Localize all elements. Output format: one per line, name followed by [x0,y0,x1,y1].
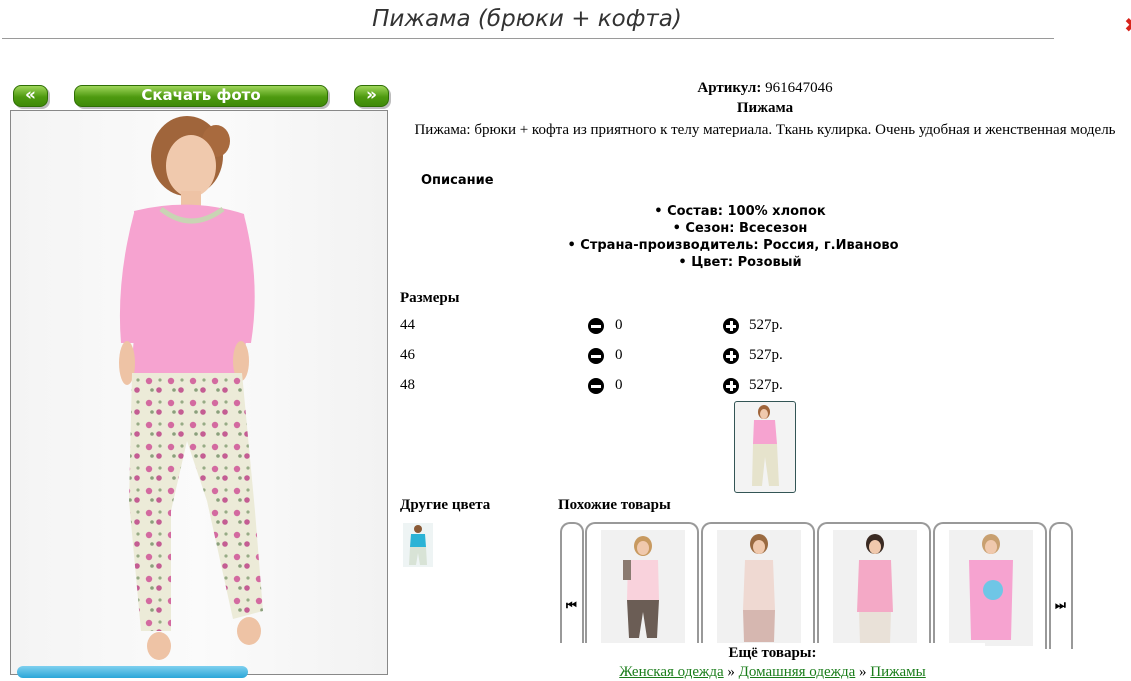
article-label: Артикул: [697,80,762,96]
breadcrumb-link[interactable]: Пижамы [870,664,925,680]
product-image [969,534,1013,640]
size-row: 48 0 527р. [400,377,900,397]
product-image [623,536,659,638]
minus-icon[interactable] [588,378,604,394]
quantity-value: 0 [615,347,623,363]
similar-product-card[interactable] [585,522,699,649]
next-photo-button[interactable]: » [354,85,389,107]
sizes-heading: Размеры [400,290,460,306]
model-pajama-image [119,116,263,660]
similar-product-card[interactable] [817,522,931,649]
breadcrumb-link[interactable]: Женская одежда [619,664,723,680]
price-value: 527р. [749,347,783,363]
quantity-value: 0 [615,317,623,333]
main-product-photo[interactable] [10,110,388,675]
product-description: Пижама: брюки + кофта из приятного к тел… [414,122,1116,138]
feature-item: • Страна-производитель: Россия, г.Иванов… [567,238,899,253]
breadcrumb: Женская одежда » Домашняя одежда » Пижам… [619,664,926,680]
title-divider [2,38,1054,39]
price-value: 527р. [749,377,783,393]
plus-icon[interactable] [723,318,739,334]
other-colors-heading: Другие цвета [400,497,491,513]
prev-photo-button[interactable]: « [13,85,48,107]
page-title: Пижама (брюки + кофта) [372,6,682,32]
similar-products-heading: Похожие товары [558,497,671,513]
close-icon[interactable]: ✖ [1124,14,1131,36]
plus-icon[interactable] [723,348,739,364]
product-image [743,534,775,642]
more-products-heading: Ещё товары: [560,643,985,662]
feature-item: • Сезон: Всесезон [672,221,808,236]
size-label: 48 [400,377,415,393]
article-line: Артикул: 961647046 [400,80,1130,97]
similar-product-card[interactable] [933,522,1047,649]
download-photo-button[interactable]: Скачать фото [74,85,328,107]
size-label: 44 [400,317,415,333]
skip-next-icon: ⏭ [1055,598,1066,612]
product-image [857,534,893,644]
plus-icon[interactable] [723,378,739,394]
other-color-image [409,525,427,565]
article-value: 961647046 [765,80,833,96]
breadcrumb-link[interactable]: Домашняя одежда [739,664,856,680]
description-heading: Описание [421,173,494,188]
similar-product-card[interactable] [701,522,815,649]
other-color-thumbnail[interactable] [403,523,433,567]
size-row: 46 0 527р. [400,347,900,367]
photo-scroll-bar[interactable] [17,666,248,678]
minus-icon[interactable] [588,348,604,364]
feature-item: • Цвет: Розовый [678,255,802,270]
price-value: 527р. [749,317,783,333]
carousel-next-button[interactable]: ⏭ [1049,522,1073,649]
thumbnail-image [752,405,779,486]
quantity-value: 0 [615,377,623,393]
skip-previous-icon: ⏮ [566,598,577,612]
feature-item: • Состав: 100% хлопок [654,204,826,219]
carousel-prev-button[interactable]: ⏮ [560,522,584,649]
minus-icon[interactable] [588,318,604,334]
photo-thumbnail[interactable] [734,401,796,493]
product-name: Пижама [736,100,794,116]
size-row: 44 0 527р. [400,317,900,337]
size-label: 46 [400,347,415,363]
